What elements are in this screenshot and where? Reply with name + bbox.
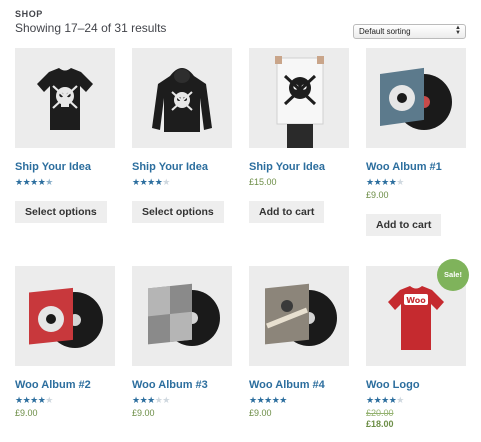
select-arrows-icon: ▲ ▼	[455, 25, 461, 36]
add-to-cart-button[interactable]: Add to cart	[249, 201, 325, 223]
product-title[interactable]: Ship Your Idea	[132, 161, 208, 173]
product-image-poster[interactable]	[249, 48, 349, 148]
product-title[interactable]: Woo Album #3	[132, 379, 208, 391]
product-image-hoodie[interactable]	[132, 48, 232, 148]
product-price: £15.00	[249, 177, 277, 187]
product-image-album[interactable]	[249, 266, 349, 366]
product-price: £9.00	[366, 190, 389, 200]
product-title[interactable]: Ship Your Idea	[15, 161, 91, 173]
select-options-button[interactable]: Select options	[15, 201, 107, 223]
star-rating: ★★★★★	[366, 395, 404, 405]
svg-text:Woo: Woo	[406, 296, 426, 305]
product-title[interactable]: Woo Logo	[366, 379, 420, 391]
product-title[interactable]: Woo Album #4	[249, 379, 325, 391]
regular-price: £20.00	[366, 408, 394, 418]
sorting-value: Default sorting	[359, 27, 411, 36]
result-count: Showing 17–24 of 31 results	[15, 21, 167, 35]
product-price: £9.00	[132, 408, 155, 418]
product-price: £9.00	[15, 408, 38, 418]
star-rating: ★★★★★	[132, 395, 170, 405]
product-image-album[interactable]	[132, 266, 232, 366]
product-image-album[interactable]	[15, 266, 115, 366]
star-rating: ★★★★★	[132, 177, 170, 187]
sale-price: £18.00	[366, 419, 394, 429]
add-to-cart-button[interactable]: Add to cart	[366, 214, 442, 236]
product-title[interactable]: Woo Album #1	[366, 161, 442, 173]
breadcrumb[interactable]: SHOP	[15, 9, 43, 19]
product-price: £9.00	[249, 408, 272, 418]
star-rating: ★★★★★	[249, 395, 287, 405]
product-image-tshirt[interactable]	[15, 48, 115, 148]
star-rating: ★★★★★	[366, 177, 404, 187]
product-title[interactable]: Woo Album #2	[15, 379, 91, 391]
sorting-select[interactable]: Default sorting ▲ ▼	[353, 24, 466, 39]
sale-badge: Sale!	[437, 259, 469, 291]
product-title[interactable]: Ship Your Idea	[249, 161, 325, 173]
star-rating: ★★★★★	[15, 177, 53, 187]
star-rating: ★★★★★	[15, 395, 53, 405]
select-options-button[interactable]: Select options	[132, 201, 224, 223]
product-image-album[interactable]	[366, 48, 466, 148]
